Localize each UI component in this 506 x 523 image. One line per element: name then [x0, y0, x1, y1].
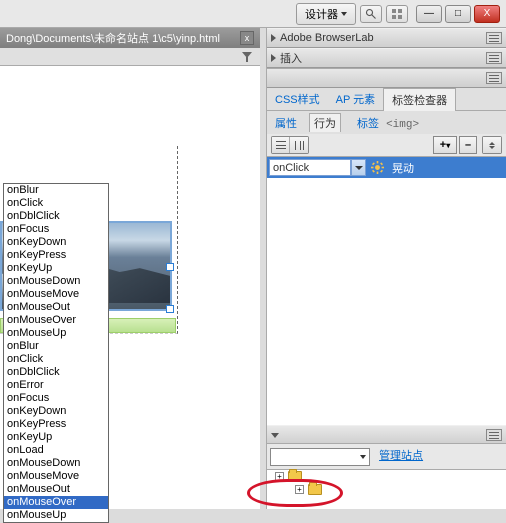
remove-behavior-button[interactable]: – — [459, 136, 477, 154]
behavior-action-label[interactable]: 晃动 — [389, 160, 417, 176]
search-button[interactable] — [360, 5, 382, 23]
document-path: Dong\Documents\未命名站点 1\c5\yinp.html — [6, 30, 220, 46]
event-option[interactable]: onMouseDown — [4, 457, 108, 470]
right-panels: Adobe BrowserLab 插入 CSS样式 AP 元素 标签检查器 属性… — [266, 28, 506, 509]
tab-tag-inspector[interactable]: 标签检查器 — [383, 88, 456, 111]
event-option[interactable]: onMouseOver — [4, 314, 108, 327]
behavior-event-row: onClick 晃动 — [267, 157, 506, 178]
tree-row-root[interactable]: + — [267, 470, 506, 483]
event-dropdown-list[interactable]: onBlur onClick onDblClick onFocus onKeyD… — [3, 183, 109, 523]
chevron-down-icon — [360, 455, 366, 459]
files-tree: + + — [267, 469, 506, 509]
event-option[interactable]: onMouseMove — [4, 470, 108, 483]
designer-label: 设计器 — [305, 6, 338, 22]
event-select-field[interactable]: onClick — [269, 159, 351, 176]
site-select[interactable] — [270, 448, 370, 466]
event-option[interactable]: onKeyUp — [4, 431, 108, 444]
reorder-segment[interactable] — [482, 136, 502, 154]
event-option[interactable]: onMouseDown — [4, 275, 108, 288]
chevron-down-icon — [355, 166, 363, 170]
maximize-button[interactable]: □ — [445, 5, 471, 23]
panel-menu-icon[interactable] — [486, 32, 502, 44]
event-option[interactable]: onMouseOut — [4, 483, 108, 496]
window-controls: — □ X — [416, 5, 500, 23]
tab-behaviors[interactable]: 行为 — [309, 113, 341, 132]
panel-menu-icon[interactable] — [486, 52, 502, 64]
manage-sites-link[interactable]: 管理站点 — [379, 450, 423, 462]
folder-icon — [288, 471, 302, 482]
panel-browserlab[interactable]: Adobe BrowserLab — [267, 28, 506, 48]
event-option[interactable]: onDblClick — [4, 210, 108, 223]
event-option[interactable]: onKeyDown — [4, 236, 108, 249]
panel-files-header[interactable] — [267, 425, 506, 445]
app-top-bar: 设计器 — □ X — [0, 0, 506, 28]
tab-attributes[interactable]: 属性 — [271, 114, 301, 132]
event-dropdown-button[interactable] — [351, 159, 366, 176]
event-option[interactable]: onKeyPress — [4, 418, 108, 431]
event-option[interactable]: onClick — [4, 353, 108, 366]
close-tab-button[interactable]: x — [240, 31, 254, 45]
filter-icon[interactable] — [242, 52, 252, 62]
event-option[interactable]: onKeyPress — [4, 249, 108, 262]
close-button[interactable]: X — [474, 5, 500, 23]
designer-dropdown[interactable]: 设计器 — [296, 3, 356, 25]
gear-icon — [371, 161, 384, 174]
tab-ap-elements[interactable]: AP 元素 — [328, 88, 384, 110]
workspace-button[interactable] — [386, 5, 408, 23]
workspace-icon — [391, 8, 403, 20]
event-option[interactable]: onMouseUp — [4, 509, 108, 522]
event-option[interactable]: onKeyUp — [4, 262, 108, 275]
event-option[interactable]: onBlur — [4, 184, 108, 197]
expand-icon[interactable]: + — [295, 485, 304, 494]
panel-menu-icon[interactable] — [486, 72, 502, 84]
event-option[interactable]: onFocus — [4, 223, 108, 236]
list-view-icon[interactable] — [272, 137, 290, 153]
move-up-down-icon[interactable] — [483, 137, 501, 153]
event-option[interactable]: onError — [4, 379, 108, 392]
behavior-gear-icon[interactable] — [369, 159, 386, 176]
event-option[interactable]: onKeyDown — [4, 405, 108, 418]
panel-title: Adobe BrowserLab — [280, 32, 374, 44]
document-tab[interactable]: Dong\Documents\未命名站点 1\c5\yinp.html x — [0, 28, 260, 48]
event-option[interactable]: onMouseUp — [4, 327, 108, 340]
event-option[interactable]: onFocus — [4, 392, 108, 405]
panel-taginspector — [267, 68, 506, 88]
panel-category-tabs: CSS样式 AP 元素 标签检查器 — [267, 88, 506, 111]
panel-menu-icon[interactable] — [486, 429, 502, 441]
behavior-toolbar: +▾ – — [267, 134, 506, 157]
filter-bar — [0, 48, 260, 66]
chevron-down-icon — [341, 12, 347, 16]
files-toolbar: 管理站点 — [267, 443, 506, 469]
current-tag-label: 标签 <img> — [349, 114, 423, 132]
event-option[interactable]: onMouseMove — [4, 288, 108, 301]
column-view-icon[interactable] — [290, 137, 308, 153]
event-option[interactable]: onBlur — [4, 340, 108, 353]
panel-title: 插入 — [280, 50, 302, 66]
panel-insert[interactable]: 插入 — [267, 48, 506, 68]
event-option[interactable]: onLoad — [4, 444, 108, 457]
add-behavior-button[interactable]: +▾ — [433, 136, 457, 154]
event-option[interactable]: onMouseOver — [4, 496, 108, 509]
event-option[interactable]: onMouseOut — [4, 301, 108, 314]
expand-icon[interactable]: + — [275, 472, 284, 481]
expand-right-icon — [271, 34, 276, 42]
event-option[interactable]: onDblClick — [4, 366, 108, 379]
minimize-button[interactable]: — — [416, 5, 442, 23]
event-option[interactable]: onClick — [4, 197, 108, 210]
tab-css-styles[interactable]: CSS样式 — [267, 88, 328, 110]
folder-icon — [308, 484, 322, 495]
search-icon — [365, 8, 377, 20]
expand-right-icon — [271, 54, 276, 62]
tree-row-child[interactable]: + — [267, 483, 506, 496]
inspector-sub-tabs: 属性 行为 标签 <img> — [267, 111, 506, 134]
expand-down-icon — [271, 433, 279, 438]
view-mode-segment[interactable] — [271, 136, 309, 154]
behavior-list-area — [267, 178, 506, 428]
